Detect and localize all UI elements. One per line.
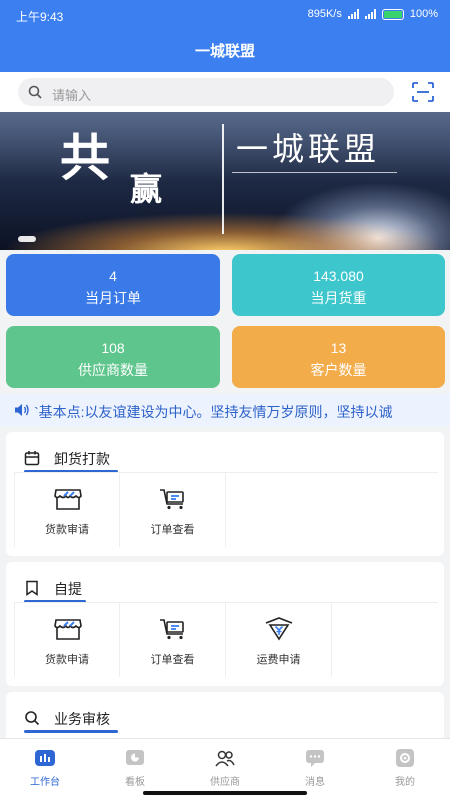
search-input[interactable]: 请输入 <box>18 78 394 106</box>
signal-icon <box>347 9 359 19</box>
workbench-icon <box>35 750 55 766</box>
home-indicator[interactable] <box>143 791 307 795</box>
cart-icon <box>160 489 184 510</box>
grid-item-payment-request[interactable]: 货款审请 <box>14 473 120 547</box>
banner-carousel[interactable]: 共 赢 一城联盟 <box>0 112 450 250</box>
tab-label: 消息 <box>305 777 325 788</box>
carousel-indicator[interactable] <box>18 236 36 242</box>
tab-suppliers[interactable]: 供应商 <box>180 745 270 789</box>
stat-label: 当月订单 <box>85 290 141 306</box>
grid-item-label: 运费申请 <box>256 654 301 666</box>
status-time: 上午9:43 <box>16 10 64 24</box>
stat-value: 13 <box>330 340 347 356</box>
calendar-icon <box>24 451 40 466</box>
section-unload-payment: 卸货打款 货款审请 订单查看 <box>6 432 444 556</box>
section-title: 卸货打款 <box>54 451 110 467</box>
stat-card-customer-count[interactable]: 13 客户数量 <box>232 326 445 388</box>
banner-brand: 一城联盟 <box>236 131 381 167</box>
stat-label: 供应商数量 <box>78 362 148 378</box>
grid-item-freight-application[interactable]: 运费申请 <box>226 603 332 677</box>
yuan-icon <box>265 617 293 641</box>
notice-text: `基本点:以友谊建设为中心。坚持友情万岁原则，坚持以诚 <box>34 404 393 420</box>
tab-label: 供应商 <box>210 777 240 788</box>
section-grid: 货款审请 订单查看 <box>14 472 438 547</box>
search-row: 请输入 <box>0 72 450 112</box>
shop-icon <box>54 489 82 510</box>
search-placeholder: 请输入 <box>52 88 92 103</box>
grid-item-order-view[interactable]: 订单查看 <box>120 603 226 677</box>
grid-item-label: 货款申请 <box>45 654 89 666</box>
tab-label: 看板 <box>125 777 145 788</box>
stat-value: 143.080 <box>313 268 364 284</box>
people-icon <box>215 750 235 767</box>
battery-icon <box>381 8 404 20</box>
banner-char-gong: 共 <box>60 128 110 187</box>
signal-icon-2 <box>364 9 376 19</box>
stat-value: 4 <box>109 268 117 284</box>
grid-item-label: 订单查看 <box>150 524 195 536</box>
notice-marquee[interactable]: `基本点:以友谊建设为中心。坚持友情万岁原则，坚持以诚 <box>0 394 450 426</box>
search-icon <box>25 711 40 726</box>
settings-icon <box>396 749 414 767</box>
grid-item-empty <box>332 603 438 677</box>
grid-item-label: 订单查看 <box>150 654 195 666</box>
grid-item-order-view[interactable]: 订单查看 <box>120 473 226 547</box>
stat-label: 当月货重 <box>310 290 367 306</box>
grid-item-label: 货款审请 <box>45 524 89 536</box>
banner-char-ying: 赢 <box>130 170 163 208</box>
section-title: 自提 <box>54 581 82 597</box>
stat-card-monthly-orders[interactable]: 4 当月订单 <box>6 254 220 316</box>
page-title: 一城联盟 <box>194 43 255 60</box>
message-icon <box>306 750 324 767</box>
shop-icon <box>54 619 82 640</box>
status-bar: 上午9:43 895K/s 100% <box>0 0 450 30</box>
stat-card-supplier-count[interactable]: 108 供应商数量 <box>6 326 220 388</box>
section-grid: 货款申请 订单查看 运费申请 <box>14 602 438 677</box>
tab-dashboard[interactable]: 看板 <box>90 745 180 789</box>
bookmark-icon <box>26 580 38 596</box>
tab-messages[interactable]: 消息 <box>270 745 360 789</box>
status-indicators: 895K/s 100% <box>308 8 438 20</box>
stat-label: 客户数量 <box>310 362 367 378</box>
tab-workbench[interactable]: 工作台 <box>0 745 90 789</box>
section-title: 业务审核 <box>54 711 110 727</box>
stat-card-monthly-weight[interactable]: 143.080 当月货重 <box>232 254 445 316</box>
search-icon <box>28 85 42 99</box>
cart-icon <box>160 619 184 640</box>
section-self-pickup: 自提 货款申请 订单查看 运费申请 <box>6 562 444 686</box>
tab-label: 我的 <box>395 777 415 788</box>
stat-value: 108 <box>101 340 125 356</box>
scan-icon[interactable] <box>412 82 434 102</box>
chart-icon <box>126 750 144 765</box>
banner-divider <box>222 124 224 234</box>
grid-item-payment-application[interactable]: 货款申请 <box>14 603 120 677</box>
speaker-icon <box>15 404 29 416</box>
tab-profile[interactable]: 我的 <box>360 745 450 789</box>
tab-label: 工作台 <box>30 777 60 788</box>
app-header: 上午9:43 895K/s 100% 一城联盟 <box>0 0 450 72</box>
network-speed: 895K/s <box>307 8 342 20</box>
battery-level: 100% <box>409 8 438 20</box>
